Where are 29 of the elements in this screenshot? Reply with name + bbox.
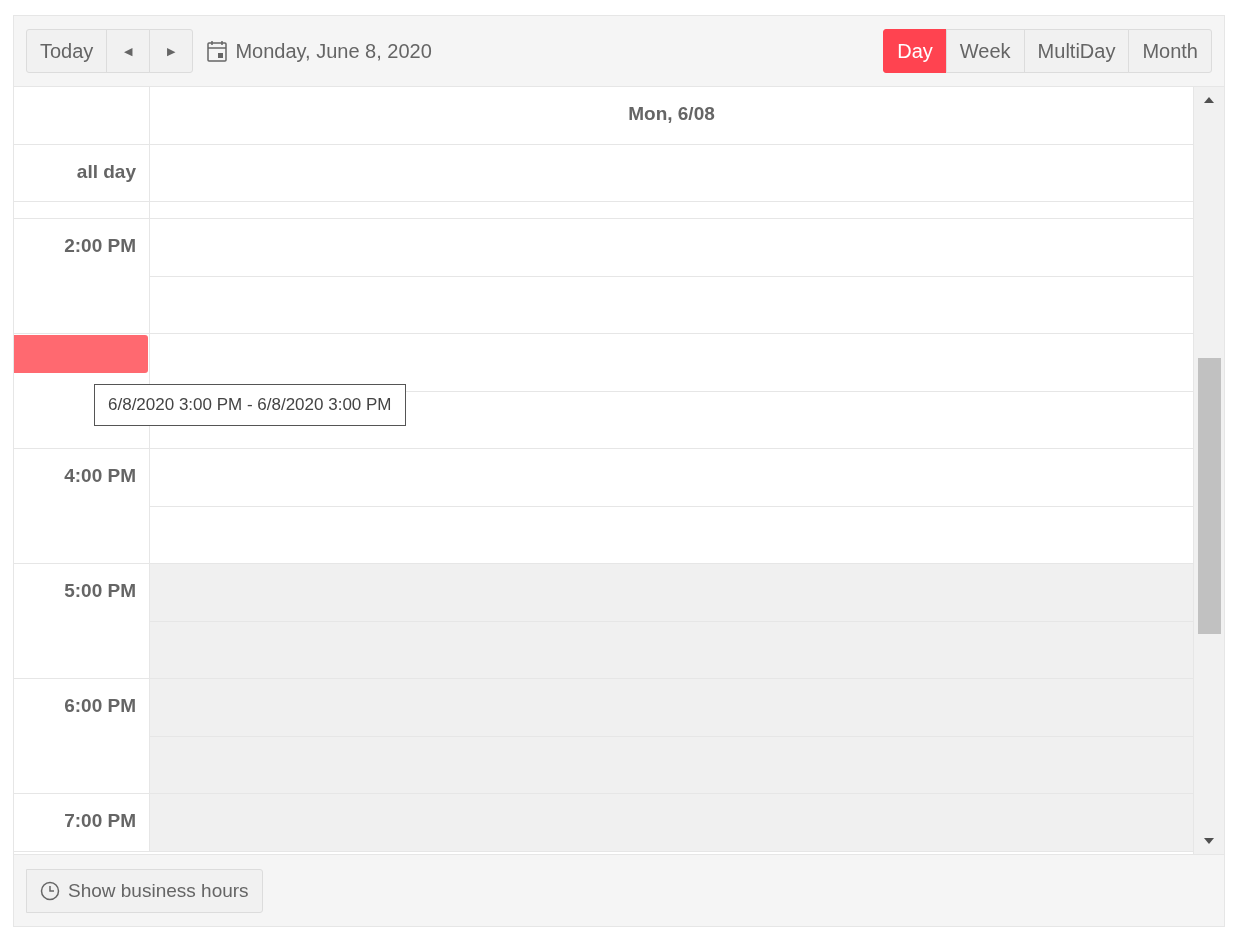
time-label: 2:00 PM bbox=[64, 235, 136, 256]
drag-tooltip: 6/8/2020 3:00 PM - 6/8/2020 3:00 PM bbox=[94, 384, 406, 426]
view-tab[interactable]: Week bbox=[945, 29, 1025, 73]
scroll-down-icon[interactable] bbox=[1204, 838, 1214, 844]
current-date: Monday, June 8, 2020 bbox=[235, 39, 432, 63]
view-tab[interactable]: MultiDay bbox=[1023, 29, 1130, 73]
all-day-label: all day bbox=[14, 145, 150, 201]
calendar-icon bbox=[207, 40, 228, 62]
time-label: 5:00 PM bbox=[64, 580, 136, 601]
next-button[interactable]: ▶ bbox=[149, 29, 194, 73]
view-tab[interactable]: Month bbox=[1128, 29, 1212, 73]
drag-event-block[interactable] bbox=[14, 335, 148, 373]
non-business-slot[interactable] bbox=[150, 621, 1193, 678]
today-button[interactable]: Today bbox=[26, 29, 108, 73]
scrollbar-thumb[interactable] bbox=[1198, 358, 1221, 634]
time-label: 6:00 PM bbox=[64, 695, 136, 716]
non-business-slot[interactable] bbox=[150, 736, 1193, 793]
non-business-slot[interactable] bbox=[150, 679, 1193, 736]
non-business-slot[interactable] bbox=[150, 564, 1193, 621]
previous-button[interactable]: ◀ bbox=[106, 29, 151, 73]
scrollbar[interactable] bbox=[1193, 87, 1224, 854]
clock-icon bbox=[40, 880, 60, 901]
non-business-slot[interactable] bbox=[150, 794, 1193, 851]
view-tab[interactable]: Day bbox=[883, 29, 947, 73]
business-hours-button[interactable]: Show business hours bbox=[26, 868, 263, 913]
day-header: Mon, 6/08 bbox=[627, 102, 716, 126]
time-label: 4:00 PM bbox=[64, 465, 136, 486]
scroll-up-icon[interactable] bbox=[1204, 97, 1214, 103]
time-label: 7:00 PM bbox=[64, 810, 136, 831]
